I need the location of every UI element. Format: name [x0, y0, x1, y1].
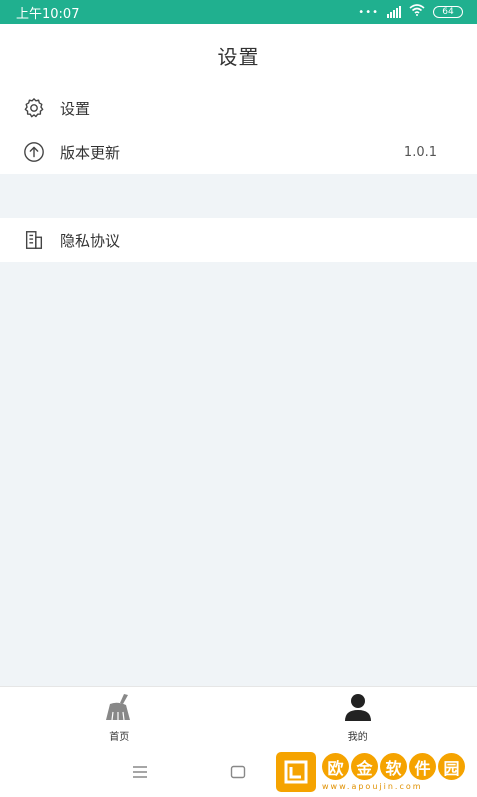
version-update-label: 版本更新: [60, 143, 121, 162]
watermark-chars: 欧 金 软 件 园: [322, 753, 465, 780]
watermark-char: 园: [438, 753, 465, 780]
status-bar: 上午10:07 ••• 64: [0, 0, 477, 24]
broom-icon: [102, 692, 136, 726]
tab-home-label: 首页: [109, 732, 130, 743]
status-time: 上午10:07: [16, 6, 80, 22]
dots-icon: •••: [358, 6, 379, 18]
battery-icon: 64: [433, 6, 463, 18]
settings-group: 设置 版本更新 1.0.1: [0, 86, 477, 174]
watermark: 欧 金 软 件 园 www.apoujin.com: [276, 750, 472, 794]
version-number: 1.0.1: [403, 144, 437, 160]
privacy-policy-label: 隐私协议: [60, 231, 121, 250]
settings-item[interactable]: 设置: [0, 86, 477, 130]
watermark-char: 欧: [322, 753, 349, 780]
home-square-icon[interactable]: [230, 764, 246, 783]
status-indicators: ••• 64: [358, 4, 463, 20]
settings-item-label: 设置: [60, 99, 91, 118]
privacy-group: 隐私协议: [0, 218, 477, 262]
watermark-char: 金: [351, 753, 378, 780]
gear-icon: [22, 96, 46, 120]
watermark-char: 件: [409, 753, 436, 780]
watermark-logo-icon: [276, 752, 316, 792]
menu-icon[interactable]: [132, 764, 148, 783]
wifi-icon: [409, 4, 425, 20]
watermark-char: 软: [380, 753, 407, 780]
person-icon: [343, 692, 373, 726]
watermark-url: www.apoujin.com: [322, 782, 423, 791]
version-update-item[interactable]: 版本更新 1.0.1: [0, 130, 477, 174]
tab-home[interactable]: 首页: [0, 687, 239, 748]
watermark-text: 欧 金 软 件 园 www.apoujin.com: [322, 753, 465, 791]
tab-bar: 首页 我的: [0, 686, 477, 748]
tab-mine[interactable]: 我的: [239, 687, 477, 748]
signal-icon: [387, 6, 401, 18]
page-title: 设置: [217, 44, 260, 69]
arrow-up-circle-icon: [22, 140, 46, 164]
building-icon: [22, 228, 46, 252]
tab-mine-label: 我的: [347, 732, 368, 743]
header: 设置: [0, 24, 477, 86]
privacy-policy-item[interactable]: 隐私协议: [0, 218, 477, 262]
